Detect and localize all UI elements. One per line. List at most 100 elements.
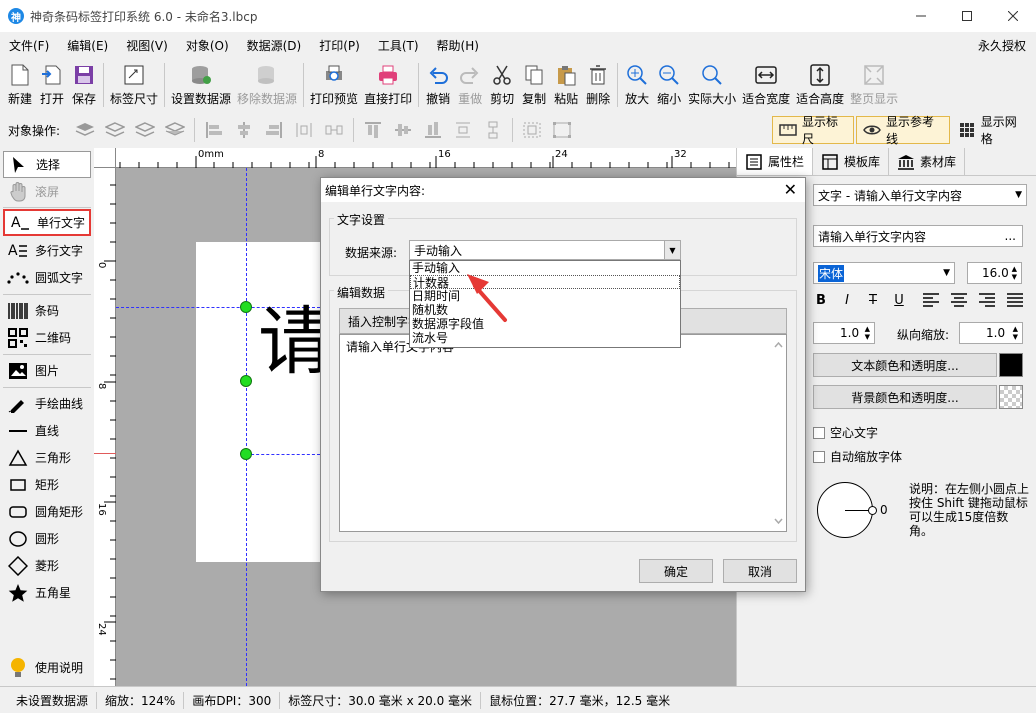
copy-button[interactable]: 复制: [518, 58, 550, 107]
paste-button[interactable]: 粘贴: [550, 58, 582, 107]
maximize-icon[interactable]: [944, 0, 990, 32]
set-datasource-button[interactable]: 设置数据源: [168, 58, 234, 107]
tool-diamond[interactable]: 菱形: [3, 552, 91, 579]
label-size-button[interactable]: 标签尺寸: [107, 58, 161, 107]
save-button[interactable]: 保存: [68, 58, 100, 107]
hscale-stepper[interactable]: 1.0 ▲ ▼: [813, 322, 875, 344]
strikethrough-button[interactable]: T: [863, 290, 883, 310]
align-top-icon[interactable]: [361, 118, 385, 142]
tab-materials[interactable]: 素材库: [889, 148, 966, 175]
direct-print-button[interactable]: 直接打印: [361, 58, 415, 107]
dropdown-option[interactable]: 手动输入: [410, 261, 680, 275]
tab-properties[interactable]: 属性栏: [737, 148, 814, 175]
dropdown-option[interactable]: 日期时间: [410, 289, 680, 303]
datasource-select[interactable]: 手动输入 ▼: [409, 240, 681, 260]
tool-rect[interactable]: 矩形: [3, 471, 91, 498]
tool-line[interactable]: 直线: [3, 417, 91, 444]
minimize-icon[interactable]: [898, 0, 944, 32]
menu-file[interactable]: 文件(F): [0, 37, 58, 54]
tool-arc-text[interactable]: 圆弧文字: [3, 264, 91, 291]
fit-height-button[interactable]: 适合高度: [793, 58, 847, 107]
dropdown-option-highlighted[interactable]: 计数器: [410, 275, 680, 290]
font-size-stepper[interactable]: 16.0 ▲ ▼: [967, 262, 1022, 284]
close-window-icon[interactable]: [990, 0, 1036, 32]
justify-text-icon[interactable]: [1005, 290, 1025, 310]
tool-qrcode[interactable]: 二维码: [3, 324, 91, 351]
bg-color-swatch[interactable]: [999, 385, 1023, 409]
guide-vertical[interactable]: [246, 168, 247, 686]
rotation-dial[interactable]: [817, 482, 877, 538]
label-paper[interactable]: [196, 242, 324, 562]
new-button[interactable]: 新建: [4, 58, 36, 107]
bg-color-button[interactable]: 背景颜色和透明度...: [813, 385, 997, 409]
delete-button[interactable]: 删除: [582, 58, 614, 107]
align-left-text-icon[interactable]: [921, 290, 941, 310]
close-icon[interactable]: ✕: [784, 180, 797, 199]
tool-circle[interactable]: 圆形: [3, 525, 91, 552]
textarea-scrollbar[interactable]: [771, 335, 786, 531]
resize-handle[interactable]: [240, 375, 252, 387]
chevron-down-icon[interactable]: ▼: [664, 241, 680, 259]
hollow-text-checkbox[interactable]: 空心文字: [813, 424, 878, 441]
menu-edit[interactable]: 编辑(E): [58, 37, 117, 54]
tool-star[interactable]: 五角星: [3, 579, 91, 606]
content-textarea[interactable]: 请输入单行文字内容: [339, 334, 787, 532]
dropdown-option[interactable]: 数据源字段值: [410, 317, 680, 331]
tool-round-rect[interactable]: 圆角矩形: [3, 498, 91, 525]
tool-select[interactable]: 选择: [3, 151, 91, 178]
distribute-v-icon[interactable]: [451, 118, 475, 142]
spinner-icon[interactable]: ▲ ▼: [865, 325, 870, 341]
send-to-back-icon[interactable]: [163, 118, 187, 142]
tab-templates[interactable]: 模板库: [813, 148, 890, 175]
menu-datasource[interactable]: 数据源(D): [238, 37, 311, 54]
italic-button[interactable]: I: [837, 290, 857, 310]
zoom-in-button[interactable]: 放大: [621, 58, 653, 107]
bold-button[interactable]: B: [811, 290, 831, 310]
send-backward-icon[interactable]: [133, 118, 157, 142]
cut-button[interactable]: 剪切: [486, 58, 518, 107]
align-left-icon[interactable]: [202, 118, 226, 142]
auto-shrink-checkbox[interactable]: 自动缩放字体: [813, 448, 902, 465]
text-color-swatch[interactable]: [999, 353, 1023, 377]
menu-help[interactable]: 帮助(H): [428, 37, 488, 54]
same-size-icon[interactable]: [520, 118, 544, 142]
remove-datasource-button[interactable]: 移除数据源: [234, 58, 300, 107]
vscale-stepper[interactable]: 1.0 ▲ ▼: [959, 322, 1023, 344]
cancel-button[interactable]: 取消: [723, 559, 797, 583]
fit-width-button[interactable]: 适合宽度: [739, 58, 793, 107]
align-center-text-icon[interactable]: [949, 290, 969, 310]
show-grid-toggle[interactable]: 显示网格: [952, 115, 1034, 146]
rotation-handle[interactable]: [868, 506, 877, 515]
object-selector[interactable]: 文字 - 请输入单行文字内容 ▼: [813, 184, 1027, 206]
menu-tools[interactable]: 工具(T): [369, 37, 428, 54]
show-guides-toggle[interactable]: 显示参考线: [856, 115, 950, 146]
undo-button[interactable]: 撤销: [422, 58, 454, 107]
group-icon[interactable]: [550, 118, 574, 142]
tool-barcode[interactable]: 条码: [3, 297, 91, 324]
spinner-icon[interactable]: ▲ ▼: [1013, 325, 1018, 341]
redo-button[interactable]: 重做: [454, 58, 486, 107]
menu-print[interactable]: 打印(P): [310, 37, 369, 54]
resize-handle[interactable]: [240, 448, 252, 460]
underline-button[interactable]: U: [889, 290, 909, 310]
align-right-icon[interactable]: [262, 118, 286, 142]
show-ruler-toggle[interactable]: 显示标尺: [772, 115, 854, 146]
align-center-h-icon[interactable]: [232, 118, 256, 142]
bring-forward-icon[interactable]: [103, 118, 127, 142]
menu-object[interactable]: 对象(O): [177, 37, 238, 54]
full-page-button[interactable]: 整页显示: [847, 58, 901, 107]
font-name-select[interactable]: 宋体 ▼: [813, 262, 955, 284]
tool-freehand[interactable]: 手绘曲线: [3, 390, 91, 417]
align-right-text-icon[interactable]: [977, 290, 997, 310]
tool-triangle[interactable]: 三角形: [3, 444, 91, 471]
tool-help[interactable]: 使用说明: [3, 654, 91, 681]
tool-scroll[interactable]: 滚屏: [3, 178, 91, 205]
content-more-button[interactable]: ...: [1005, 229, 1016, 243]
print-preview-button[interactable]: 打印预览: [307, 58, 361, 107]
dropdown-option[interactable]: 流水号: [410, 331, 680, 345]
text-color-button[interactable]: 文本颜色和透明度...: [813, 353, 997, 377]
license-label[interactable]: 永久授权: [978, 37, 1026, 54]
content-field[interactable]: 请输入单行文字内容 ...: [813, 225, 1023, 247]
align-bottom-icon[interactable]: [421, 118, 445, 142]
resize-handle[interactable]: [240, 301, 252, 313]
